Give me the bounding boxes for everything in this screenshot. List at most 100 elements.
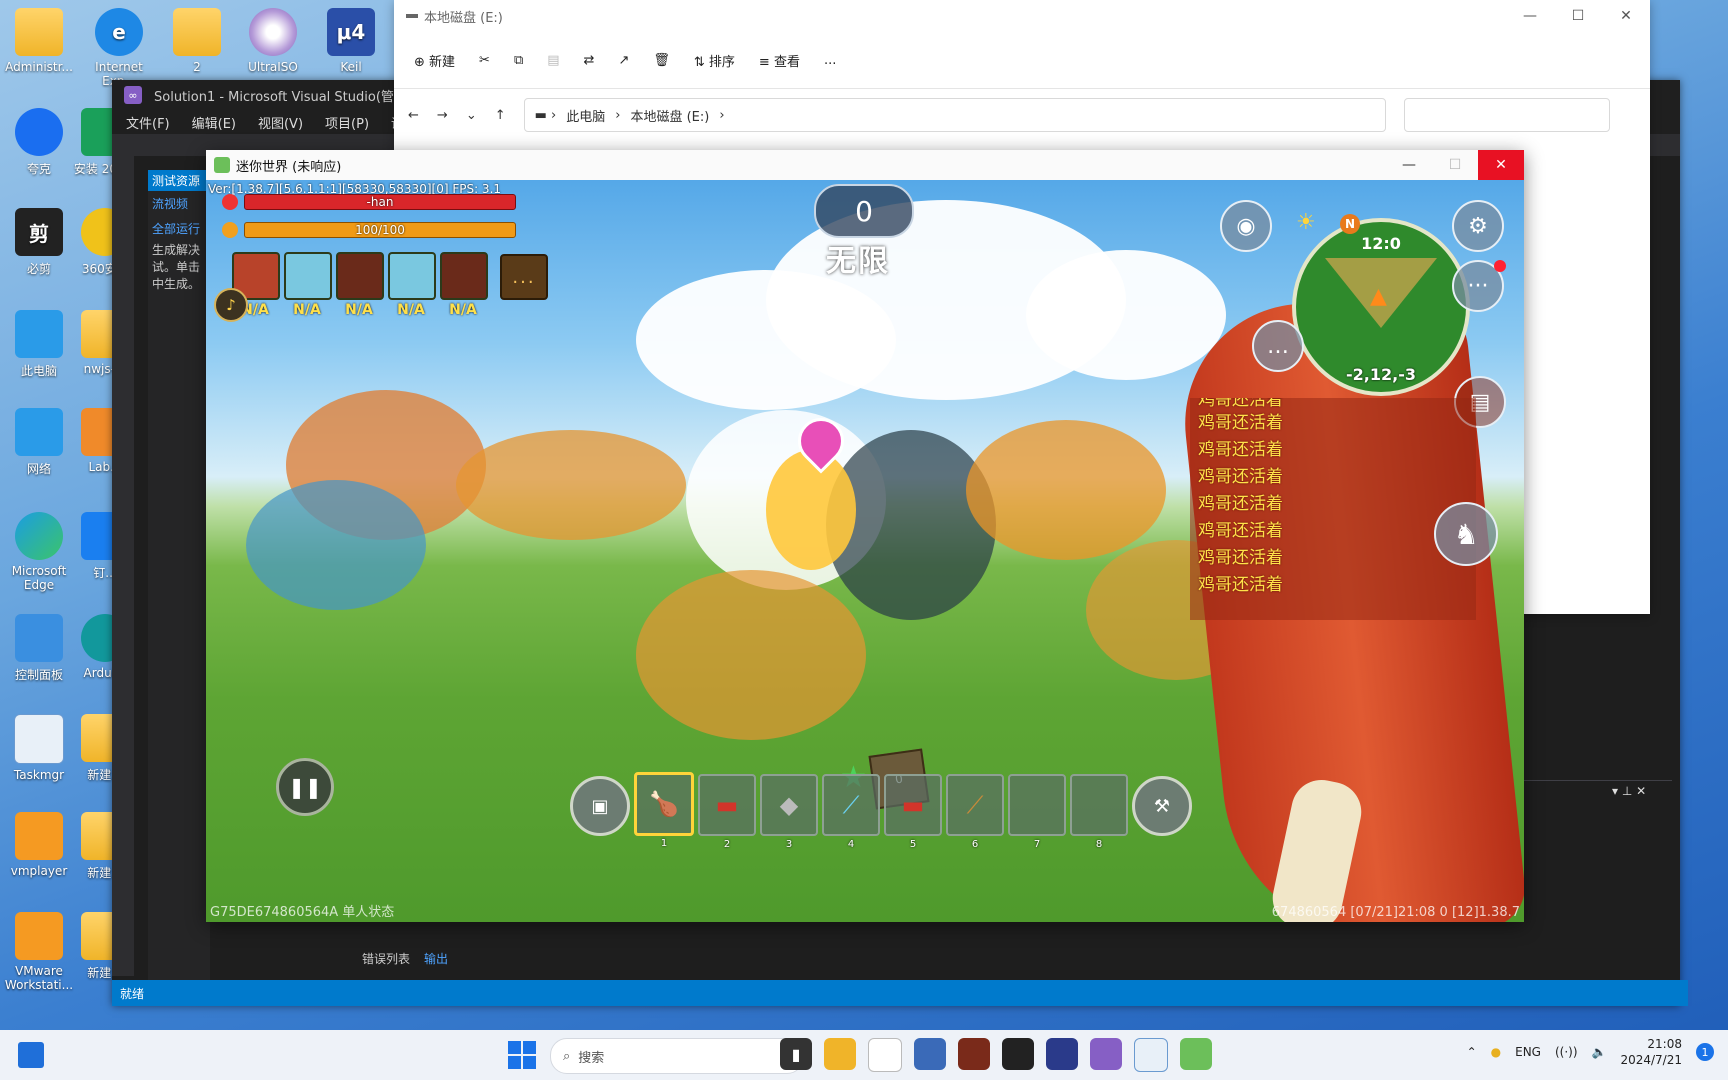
vs-side-tabs[interactable] — [112, 156, 134, 976]
tab-output[interactable]: 输出 — [424, 950, 448, 967]
search-input[interactable] — [1403, 98, 1610, 132]
chat-log[interactable]: 鸡哥还活着 鸡哥还活着 鸡哥还活着 鸡哥还活着 鸡哥还活着 鸡哥还活着 鸡哥还活… — [1190, 398, 1476, 620]
vs-title: Solution1 - Microsoft Visual Studio(管理 — [154, 89, 407, 105]
gear-icon[interactable]: ⚙ — [1452, 200, 1504, 252]
copy-icon[interactable]: ⧉ — [514, 53, 523, 68]
folder-icon — [15, 8, 63, 56]
close-icon[interactable]: ✕ — [1602, 0, 1650, 32]
address-bar[interactable]: ▬ › 此电脑 › 本地磁盘 (E:) › — [523, 98, 1386, 132]
game-titlebar[interactable]: 迷你世界 (未响应) — [206, 150, 1524, 180]
clock[interactable]: 21:08 2024/7/21 — [1620, 1036, 1682, 1068]
forward-icon[interactable]: → — [437, 108, 448, 123]
output-panel-controls[interactable]: ▾ ⊥ ✕ — [1612, 784, 1646, 798]
start-button[interactable] — [508, 1041, 536, 1069]
tab-error-list[interactable]: 错误列表 — [362, 950, 410, 967]
view-button[interactable]: ≡ 查看 — [759, 51, 800, 70]
plus-icon: ⊕ — [414, 54, 430, 70]
run-all-link[interactable]: 全部运行 — [148, 216, 210, 241]
desktop-icon-administrator[interactable]: Administr... — [0, 8, 78, 74]
pause-button[interactable]: ❚❚ — [276, 758, 334, 816]
more-button[interactable]: ... — [824, 53, 836, 68]
mount-pet-icon[interactable]: ♞ — [1434, 502, 1498, 566]
vs-menu-project[interactable]: 项目(P) — [325, 113, 369, 132]
minimize-icon[interactable]: — — [1506, 0, 1554, 32]
visual-studio-taskbar-icon[interactable] — [1090, 1038, 1122, 1070]
chevron-down-icon[interactable]: ⌄ — [466, 108, 477, 123]
explosion-smoke — [966, 420, 1166, 560]
share-icon[interactable]: ↗ — [618, 53, 629, 68]
back-icon[interactable]: ← — [408, 108, 419, 123]
hotbar-slot-2[interactable]: ▬ 2 — [698, 774, 756, 850]
buff-icon — [440, 252, 488, 300]
desktop-icon-keil[interactable]: μ4 Keil — [312, 8, 390, 74]
chat-message: 鸡哥还活着 — [1198, 575, 1283, 595]
desktop-icon-ultraiso[interactable]: UltraISO — [234, 8, 312, 74]
game-viewport[interactable]: Ver:[1.38.7][5.6.1.1:1][58330,58330][0] … — [206, 180, 1524, 922]
explorer-titlebar[interactable]: 本地磁盘 (E:) — [394, 0, 1650, 32]
camera-icon[interactable]: ◉ — [1220, 200, 1272, 252]
taskbar-search[interactable]: ⌕ 搜索 — [550, 1038, 804, 1074]
test-item-stream[interactable]: 流视频 — [148, 191, 210, 216]
explorer-toolbar: ⊕ 新建 ✂ ⧉ ▤ ⇄ ↗ 🗑 ⇅ 排序 ≡ 查看 ... — [394, 32, 1650, 89]
test-explorer-header[interactable]: 测试资源 — [148, 170, 210, 191]
mini-world-taskbar-icon[interactable] — [1180, 1038, 1212, 1070]
buff-slot[interactable]: N/A — [440, 252, 488, 318]
widgets-icon[interactable] — [18, 1042, 44, 1068]
minimap[interactable]: 12:0 ▲ -2,12,-3 — [1292, 218, 1470, 396]
game-mode-label: 无限 — [826, 244, 890, 279]
backpack-icon[interactable]: ▣ — [570, 776, 630, 836]
bijian-taskbar-icon[interactable] — [1002, 1038, 1034, 1070]
network-icon — [15, 408, 63, 456]
vs-menu-view[interactable]: 视图(V) — [258, 113, 303, 132]
hotbar-slot-7[interactable]: 7 — [1008, 774, 1066, 850]
hotbar-slot-1[interactable]: 🍗 1 — [634, 772, 694, 849]
photos-icon[interactable] — [914, 1038, 946, 1070]
hotbar-slot-5[interactable]: ▬ 5 — [884, 774, 942, 850]
notification-badge[interactable]: 1 — [1696, 1043, 1714, 1061]
explosion-fire — [766, 450, 856, 570]
clock-time: 21:08 — [1647, 1037, 1682, 1051]
rename-icon[interactable]: ⇄ — [584, 53, 595, 68]
chevron-up-icon[interactable]: ⌃ — [1467, 1045, 1477, 1059]
buff-slot[interactable]: N/A — [336, 252, 384, 318]
explorer-window-controls: — ☐ ✕ — [1506, 0, 1650, 32]
chat-bubble-icon[interactable]: … — [1252, 320, 1304, 372]
buff-slot[interactable]: N/A — [388, 252, 436, 318]
volume-icon[interactable]: 🔈 — [1592, 1045, 1607, 1059]
paste-icon[interactable]: ▤ — [547, 53, 559, 68]
input-language[interactable]: ENG — [1515, 1045, 1541, 1059]
music-note-icon[interactable]: ♪ — [214, 288, 248, 322]
maximize-icon[interactable]: ☐ — [1432, 150, 1478, 180]
desktop-icon-folder-2[interactable]: 2 — [158, 8, 236, 74]
file-explorer-icon[interactable] — [824, 1038, 856, 1070]
up-icon[interactable]: ↑ — [495, 108, 506, 123]
breadcrumb-this-pc[interactable]: 此电脑 — [566, 106, 605, 125]
notepad-icon[interactable] — [868, 1038, 902, 1072]
hotbar-slot-8[interactable]: 8 — [1070, 774, 1128, 850]
task-manager-taskbar-icon[interactable] — [1134, 1038, 1168, 1072]
minecraft-icon[interactable] — [958, 1038, 990, 1070]
desktop-icon-internet-explorer[interactable]: eInternet Exp... — [80, 8, 158, 88]
new-button[interactable]: ⊕ 新建 — [414, 51, 455, 70]
sort-button[interactable]: ⇅ 排序 — [694, 51, 735, 70]
cloud — [636, 270, 896, 410]
hotbar-slot-6[interactable]: ⟋ 6 — [946, 774, 1004, 850]
vs-menu-edit[interactable]: 编辑(E) — [192, 113, 236, 132]
hotbar-slot-4[interactable]: ⟋ 4 — [822, 774, 880, 850]
hotbar-slot-3[interactable]: ◆ 3 — [760, 774, 818, 850]
minimize-icon[interactable]: — — [1386, 150, 1432, 180]
vs-menu-file[interactable]: 文件(F) — [126, 113, 170, 132]
close-icon[interactable]: ✕ — [1478, 150, 1524, 180]
task-view-icon[interactable]: ▮ — [780, 1038, 812, 1070]
breadcrumb-drive-e[interactable]: 本地磁盘 (E:) — [630, 106, 709, 125]
maximize-icon[interactable]: ☐ — [1554, 0, 1602, 32]
drive-icon: ▬ › — [534, 107, 557, 123]
craft-icon[interactable]: ⚒ — [1132, 776, 1192, 836]
cut-icon[interactable]: ✂ — [479, 53, 490, 68]
eclipse-icon[interactable] — [1046, 1038, 1078, 1070]
more-buffs-button[interactable]: ... — [500, 254, 548, 300]
delete-icon[interactable]: 🗑 — [653, 53, 670, 68]
wifi-icon[interactable]: ((·)) — [1555, 1045, 1578, 1059]
360-tray-icon[interactable]: ● — [1491, 1045, 1501, 1059]
buff-slot[interactable]: N/A — [284, 252, 332, 318]
